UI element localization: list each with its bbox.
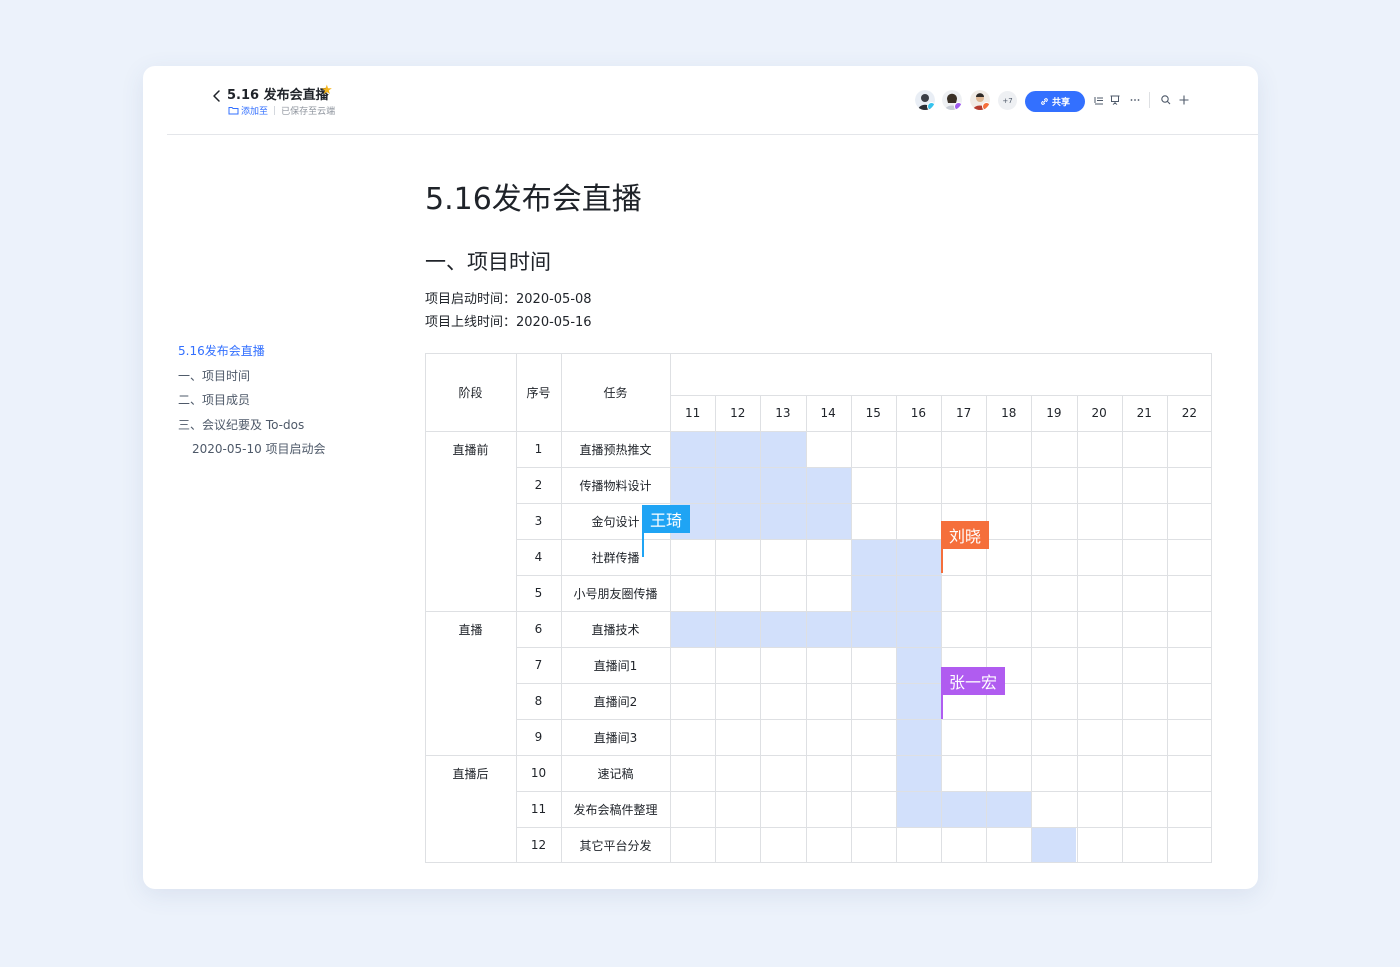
grid-vline bbox=[941, 395, 942, 863]
gantt-row-task[interactable]: 直播间3 bbox=[561, 719, 670, 755]
grid-vline bbox=[1121, 395, 1123, 863]
gantt-bar-row-10[interactable] bbox=[895, 755, 941, 791]
outline-item-kickoff-meeting[interactable]: 2020-05-10 项目启动会 bbox=[178, 441, 326, 466]
gantt-row-task[interactable]: 发布会稿件整理 bbox=[561, 791, 670, 827]
grid-vline bbox=[805, 395, 807, 863]
grid-vline bbox=[986, 395, 988, 863]
gantt-row-index: 11 bbox=[530, 802, 547, 816]
gantt-bar-row-7[interactable] bbox=[895, 647, 941, 683]
grid-vline bbox=[895, 395, 897, 863]
search-icon[interactable] bbox=[1160, 94, 1172, 106]
gantt-bar-row-11[interactable] bbox=[895, 791, 1032, 827]
document-window: 5.16 发布会直播 ★ 添加至 | 已保存至云端 +7 共享 5.16发布会直… bbox=[143, 66, 1258, 889]
gantt-bar-row-12[interactable] bbox=[1031, 827, 1077, 863]
cursor-name-label: 刘晓 bbox=[941, 521, 990, 549]
gantt-day-21: 21 bbox=[1136, 406, 1152, 420]
document-meta: 添加至 | 已保存至云端 bbox=[228, 104, 335, 117]
gantt-row-task[interactable]: 直播间2 bbox=[561, 683, 670, 719]
grid-vline bbox=[1076, 395, 1078, 863]
gantt-bar-row-1[interactable] bbox=[670, 431, 806, 467]
gantt-table[interactable]: 阶段 序号 任务 11 12 13 14 15 16 17 18 19 20 21 22 直播前直播直播后 1 直… bbox=[425, 353, 1212, 863]
gantt-row-task[interactable]: 直播技术 bbox=[561, 611, 670, 647]
document-outline: 5.16发布会直播 一、项目时间 二、项目成员 三、会议纪要及 To-dos 2… bbox=[178, 343, 326, 466]
share-button-label: 共享 bbox=[1051, 98, 1070, 108]
favorite-star-icon[interactable]: ★ bbox=[321, 83, 333, 98]
gantt-header-stage: 阶段 bbox=[458, 385, 483, 400]
folder-icon bbox=[228, 107, 239, 115]
cursor-name-label: 张一宏 bbox=[941, 667, 1006, 695]
gantt-stage-label: 直播 bbox=[458, 622, 483, 637]
gantt-row-index: 1 bbox=[534, 442, 543, 456]
gantt-stage-label: 直播前 bbox=[452, 442, 489, 457]
page-title: 5.16发布会直播 bbox=[425, 182, 642, 217]
gantt-header-task: 任务 bbox=[603, 385, 628, 400]
project-launch-date: 项目上线时间：2020-05-16 bbox=[425, 315, 592, 330]
gantt-row-index: 6 bbox=[534, 622, 543, 636]
gantt-row-index: 10 bbox=[530, 766, 547, 780]
outline-toggle-icon[interactable] bbox=[1093, 94, 1105, 106]
grid-vline bbox=[760, 395, 762, 863]
toolbar-divider bbox=[1149, 92, 1150, 108]
collaborator-avatar[interactable] bbox=[942, 90, 962, 110]
header-divider bbox=[167, 134, 1258, 135]
document-title[interactable]: 5.16 发布会直播 bbox=[227, 84, 329, 103]
gantt-row-task[interactable]: 其它平台分发 bbox=[561, 827, 670, 863]
collaborator-avatar[interactable] bbox=[915, 90, 935, 110]
gantt-row-task[interactable]: 小号朋友圈传播 bbox=[561, 575, 670, 611]
gantt-row-index: 12 bbox=[530, 838, 547, 852]
gantt-bar-row-8[interactable] bbox=[895, 683, 941, 719]
grid-vline bbox=[1031, 395, 1033, 863]
gantt-row-task[interactable]: 传播物料设计 bbox=[561, 467, 670, 503]
more-collaborators-badge[interactable]: +7 bbox=[998, 91, 1017, 110]
grid-vline bbox=[715, 395, 717, 863]
gantt-day-12: 12 bbox=[730, 406, 746, 420]
gantt-row-task[interactable]: 社群传播 bbox=[561, 539, 670, 575]
outline-item-meeting-notes[interactable]: 三、会议纪要及 To-dos bbox=[178, 417, 326, 442]
meta-separator: | bbox=[273, 105, 277, 116]
gantt-day-18: 18 bbox=[1001, 406, 1017, 420]
gantt-row-task[interactable]: 速记稿 bbox=[561, 755, 670, 791]
gantt-day-11: 11 bbox=[684, 406, 701, 420]
gantt-day-14: 14 bbox=[820, 406, 836, 420]
back-arrow-icon[interactable] bbox=[209, 88, 225, 104]
gantt-row-index: 2 bbox=[534, 478, 543, 492]
gantt-stage-label: 直播后 bbox=[452, 766, 489, 781]
link-icon bbox=[1041, 98, 1048, 105]
gantt-day-16: 16 bbox=[910, 406, 927, 420]
gantt-row-index: 3 bbox=[534, 514, 543, 528]
gantt-day-17: 17 bbox=[955, 406, 972, 420]
gantt-row-index: 8 bbox=[534, 694, 543, 708]
gantt-day-19: 19 bbox=[1046, 406, 1062, 420]
gantt-row-index: 7 bbox=[534, 658, 543, 672]
section-heading: 一、项目时间 bbox=[425, 250, 551, 274]
collaborator-avatar[interactable] bbox=[970, 90, 990, 110]
grid-vline bbox=[850, 395, 852, 863]
save-status: 已保存至云端 bbox=[281, 107, 336, 117]
add-to-folder-link[interactable]: 添加至 bbox=[241, 104, 268, 117]
gantt-row-task[interactable]: 直播预热推文 bbox=[561, 431, 670, 467]
gantt-day-20: 20 bbox=[1091, 406, 1107, 420]
outline-item-project-time[interactable]: 一、项目时间 bbox=[178, 368, 326, 393]
gantt-day-15: 15 bbox=[865, 406, 881, 420]
more-options-icon[interactable] bbox=[1129, 94, 1141, 106]
grid-vline bbox=[1166, 395, 1168, 863]
gantt-row-task[interactable]: 直播间1 bbox=[561, 647, 670, 683]
gantt-row-index: 5 bbox=[534, 586, 543, 600]
outline-item-title[interactable]: 5.16发布会直播 bbox=[178, 343, 326, 368]
gantt-row-index: 9 bbox=[534, 730, 543, 744]
gantt-day-22: 22 bbox=[1181, 406, 1198, 420]
project-start-date: 项目启动时间：2020-05-08 bbox=[425, 292, 592, 307]
gantt-row-index: 4 bbox=[534, 550, 543, 564]
gantt-bar-row-9[interactable] bbox=[895, 719, 941, 755]
share-button[interactable]: 共享 bbox=[1025, 91, 1085, 112]
outline-item-project-members[interactable]: 二、项目成员 bbox=[178, 392, 326, 417]
cursor-name-label: 王琦 bbox=[642, 505, 691, 533]
presentation-icon[interactable] bbox=[1109, 94, 1121, 106]
add-icon[interactable] bbox=[1178, 94, 1190, 106]
gantt-day-13: 13 bbox=[775, 406, 791, 420]
gantt-header-index: 序号 bbox=[526, 385, 551, 400]
